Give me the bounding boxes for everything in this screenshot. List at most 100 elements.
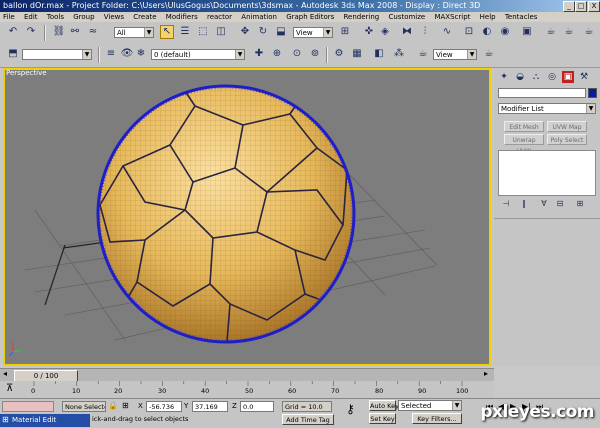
render-activeshade-icon[interactable]: ☕ bbox=[582, 25, 596, 39]
maximize-button[interactable]: □ bbox=[575, 1, 587, 12]
object-paint-icon[interactable]: ◧ bbox=[372, 47, 386, 61]
edit-mesh-button[interactable]: Edit Mesh bbox=[504, 121, 544, 132]
time-slider[interactable]: 0 / 100 ◂ ▸ bbox=[0, 368, 494, 382]
menu-views[interactable]: Views bbox=[104, 13, 124, 21]
prev-frame-icon[interactable]: ◂ bbox=[3, 369, 7, 378]
graphite-icon[interactable]: ▦ bbox=[350, 47, 364, 61]
select-and-manipulate-icon[interactable]: ✜ bbox=[362, 25, 376, 39]
modifier-list-dropdown[interactable]: Modifier List ▼ bbox=[498, 103, 596, 114]
eye-icon[interactable]: 👁 bbox=[120, 47, 134, 61]
create-tab-icon[interactable]: ✦ bbox=[498, 71, 510, 83]
render-frame-icon[interactable]: ▣ bbox=[520, 25, 534, 39]
reference-coordinate-dropdown[interactable]: View ▼ bbox=[293, 27, 333, 38]
select-layer-objects-icon[interactable]: ⊙ bbox=[290, 47, 304, 61]
unlink-icon[interactable]: ⚯ bbox=[68, 25, 82, 39]
select-and-rotate-icon[interactable]: ↻ bbox=[256, 25, 270, 39]
freeze-icon[interactable]: ❄ bbox=[134, 47, 148, 61]
select-and-scale-icon[interactable]: ⬓ bbox=[274, 25, 288, 39]
menu-create[interactable]: Create bbox=[133, 13, 156, 21]
z-coordinate-field[interactable]: 0.0 bbox=[240, 401, 274, 412]
perspective-viewport[interactable] bbox=[3, 68, 491, 366]
key-icon[interactable]: ⚷ bbox=[346, 403, 355, 415]
key-filters-button[interactable]: Key Filters... bbox=[412, 413, 462, 424]
modifier-stack[interactable] bbox=[498, 150, 596, 196]
taskbar-material-editor[interactable]: Material Edit bbox=[12, 416, 56, 424]
menu-customize[interactable]: Customize bbox=[388, 13, 425, 21]
menu-animation[interactable]: Animation bbox=[241, 13, 277, 21]
configure-sets-icon[interactable]: ⊞ bbox=[574, 198, 586, 210]
menu-tools[interactable]: Tools bbox=[47, 13, 64, 21]
unwrap-uvw-button[interactable]: Unwrap UVW bbox=[504, 134, 544, 155]
poly-select-button[interactable]: Poly Select bbox=[547, 134, 587, 145]
remove-modifier-icon[interactable]: ⊟ bbox=[554, 198, 566, 210]
viewport-label[interactable]: Perspective bbox=[6, 69, 47, 77]
object-name-field[interactable] bbox=[498, 88, 586, 98]
make-unique-icon[interactable]: ∀ bbox=[538, 198, 550, 210]
selection-filter-dropdown[interactable]: All ▼ bbox=[114, 27, 154, 38]
lock-selection-icon[interactable]: 🔒 bbox=[108, 400, 118, 411]
teapot-icon[interactable]: ☕ bbox=[416, 47, 430, 61]
named-selection-dropdown[interactable]: ▼ bbox=[22, 49, 92, 60]
window-crossing-icon[interactable]: ◫ bbox=[214, 25, 228, 39]
snap-toggle-icon[interactable]: ◈ bbox=[378, 25, 392, 39]
quick-render-icon[interactable]: ☕ bbox=[544, 25, 558, 39]
motion-tab-icon[interactable]: ◎ bbox=[546, 71, 558, 83]
windows-icon[interactable]: ⊞ bbox=[2, 415, 9, 424]
maxscript-listener[interactable] bbox=[2, 401, 54, 412]
x-coordinate-field[interactable]: -56.736 bbox=[146, 401, 182, 412]
display-tab-icon[interactable]: ▣ bbox=[562, 71, 574, 83]
material-editor-icon[interactable]: ◐ bbox=[480, 25, 494, 39]
menu-rendering[interactable]: Rendering bbox=[344, 13, 380, 21]
menu-help[interactable]: Help bbox=[480, 13, 496, 21]
select-and-link-icon[interactable]: ⛓ bbox=[52, 25, 66, 39]
schematic-view-icon[interactable]: ⊡ bbox=[462, 25, 476, 39]
set-key-button[interactable]: Set Key bbox=[369, 413, 396, 424]
select-object-icon[interactable]: ↖ bbox=[160, 25, 174, 39]
current-layer-dropdown[interactable]: 0 (default) ▼ bbox=[151, 49, 245, 60]
uvw-map-button[interactable]: UVW Map bbox=[547, 121, 587, 132]
menu-tentacles[interactable]: Tentacles bbox=[505, 13, 538, 21]
color-balls-icon[interactable]: ⁂ bbox=[392, 47, 406, 61]
quick-render-icon[interactable]: ☕ bbox=[482, 47, 496, 61]
menu-file[interactable]: File bbox=[3, 13, 15, 21]
menu-maxscript[interactable]: MAXScript bbox=[434, 13, 470, 21]
close-button[interactable]: X bbox=[588, 1, 600, 12]
add-to-layer-icon[interactable]: ⊕ bbox=[270, 47, 284, 61]
soccer-ball[interactable] bbox=[96, 84, 356, 344]
object-color-swatch[interactable] bbox=[588, 88, 597, 98]
reactor-icon[interactable]: ⚙ bbox=[332, 47, 346, 61]
pivot-center-icon[interactable]: ⊞ bbox=[338, 25, 352, 39]
key-mode-dropdown[interactable]: Selected ▼ bbox=[398, 400, 462, 411]
create-layer-icon[interactable]: ✚ bbox=[252, 47, 266, 61]
utilities-tab-icon[interactable]: ⚒ bbox=[578, 71, 590, 83]
add-time-tag-button[interactable]: Add Time Tag bbox=[282, 414, 334, 425]
named-selection-icon[interactable]: ⬒ bbox=[6, 47, 20, 61]
menu-modifiers[interactable]: Modifiers bbox=[166, 13, 198, 21]
minimize-button[interactable]: _ bbox=[563, 1, 575, 12]
modify-tab-icon[interactable]: ◒ bbox=[514, 71, 526, 83]
track-bar[interactable]: ⊼ 0 10 20 30 40 50 60 70 80 90 100 bbox=[0, 381, 494, 398]
pin-stack-icon[interactable]: ⊣ bbox=[500, 198, 512, 210]
menu-graph-editors[interactable]: Graph Editors bbox=[286, 13, 334, 21]
render-view-dropdown[interactable]: View ▼ bbox=[433, 49, 477, 60]
auto-key-button[interactable]: Auto Key bbox=[369, 400, 399, 411]
layer-manager-icon[interactable]: ≡ bbox=[104, 47, 118, 61]
rectangular-selection-icon[interactable]: ⬚ bbox=[196, 25, 210, 39]
curve-editor-icon[interactable]: ∿ bbox=[440, 25, 454, 39]
hierarchy-tab-icon[interactable]: ⛬ bbox=[530, 71, 542, 83]
y-coordinate-field[interactable]: 37.169 bbox=[192, 401, 228, 412]
menu-group[interactable]: Group bbox=[73, 13, 94, 21]
absolute-mode-icon[interactable]: ⊞ bbox=[122, 400, 129, 411]
undo-icon[interactable]: ↶ bbox=[6, 25, 20, 39]
select-by-name-icon[interactable]: ☰ bbox=[178, 25, 192, 39]
menu-reactor[interactable]: reactor bbox=[207, 13, 232, 21]
align-icon[interactable]: ⫶ bbox=[418, 25, 432, 39]
menu-edit[interactable]: Edit bbox=[24, 13, 38, 21]
show-end-result-icon[interactable]: ‖ bbox=[518, 198, 530, 210]
next-frame-icon[interactable]: ▸ bbox=[484, 369, 488, 378]
set-current-layer-icon[interactable]: ⊚ bbox=[308, 47, 322, 61]
bind-space-warp-icon[interactable]: ≈ bbox=[86, 25, 100, 39]
redo-icon[interactable]: ↷ bbox=[24, 25, 38, 39]
render-production-icon[interactable]: ☕ bbox=[562, 25, 576, 39]
mirror-icon[interactable]: ⧓ bbox=[400, 25, 414, 39]
